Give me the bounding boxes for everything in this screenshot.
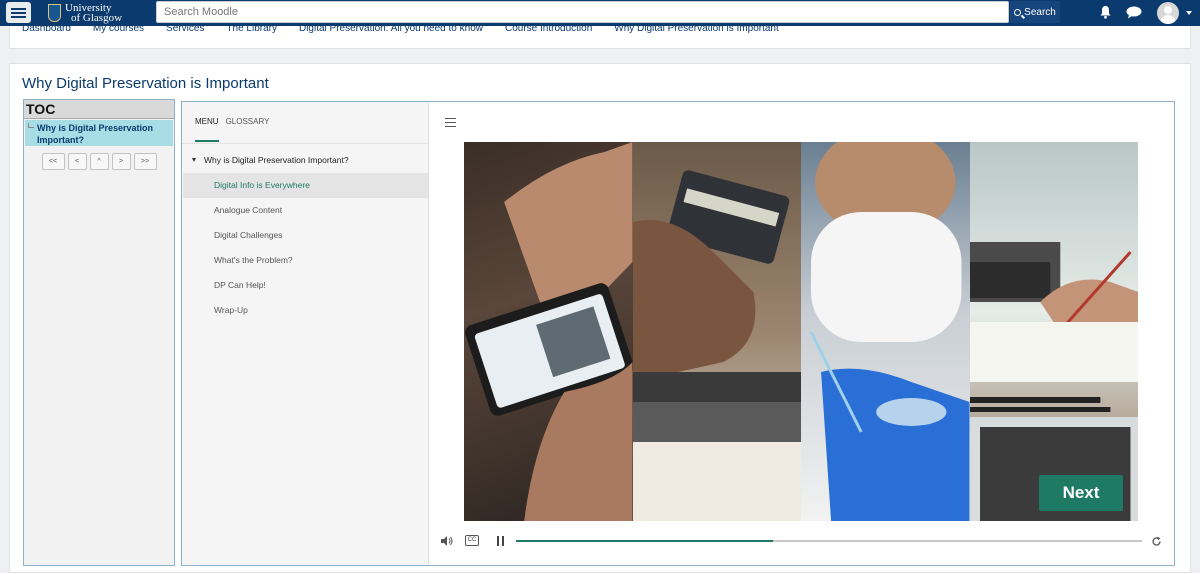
playback-progress-fill [516, 540, 773, 542]
outline-item-analogue-content[interactable]: Analogue Content [183, 198, 428, 223]
university-crest-icon [48, 4, 61, 22]
toc-up-button[interactable]: ^ [89, 153, 109, 170]
outline-item-digital-challenges[interactable]: Digital Challenges [183, 223, 428, 248]
university-logo[interactable]: University of Glasgow [48, 1, 122, 25]
outline-section-heading[interactable]: Why is Digital Preservation Important? [192, 155, 349, 165]
toc-item-label: Why is Digital Preservation Important? [37, 123, 154, 145]
user-menu-caret-icon[interactable] [1186, 11, 1192, 15]
outline-section-label: Why is Digital Preservation Important? [204, 155, 349, 165]
outline-item-dp-can-help[interactable]: DP Can Help! [183, 273, 428, 298]
sidebar-tabs: MENU GLOSSARY [195, 117, 269, 142]
top-navbar: University of Glasgow Search [0, 0, 1200, 26]
outline-item-whats-the-problem[interactable]: What's the Problem? [183, 248, 428, 273]
photo-phone-typing [464, 142, 633, 521]
toc-navigation-controls: << < ^ > >> [24, 153, 174, 170]
toc-header: TOC [24, 100, 174, 119]
outline-item-digital-info[interactable]: Digital Info is Everywhere [183, 173, 428, 198]
search-button[interactable]: Search [1010, 1, 1060, 23]
page-title: Why Digital Preservation is Important [22, 75, 269, 92]
photo-lab-scientist [801, 142, 970, 521]
slide-image-collage: Next [464, 142, 1138, 521]
player-sidebar: MENU GLOSSARY Why is Digital Preservatio… [182, 102, 429, 565]
toc-first-button[interactable]: << [41, 153, 65, 170]
divider [182, 143, 428, 144]
search-button-label: Search [1024, 6, 1056, 18]
replay-icon[interactable] [1151, 536, 1162, 547]
messages-chat-icon[interactable] [1126, 6, 1142, 19]
outline-item-wrap-up[interactable]: Wrap-Up [183, 298, 428, 323]
photo-laptop-desk [969, 142, 1138, 521]
tab-menu[interactable]: MENU [195, 117, 219, 142]
search-icon [1014, 8, 1022, 16]
outline-list: Digital Info is Everywhere Analogue Cont… [183, 173, 428, 323]
tab-glossary[interactable]: GLOSSARY [226, 117, 270, 142]
expand-triangle-icon [192, 158, 196, 162]
toc-next-button[interactable]: > [111, 153, 131, 170]
toc-previous-button[interactable]: < [67, 153, 87, 170]
sidebar-toggle-icon[interactable] [445, 118, 456, 127]
search-input[interactable] [156, 1, 1009, 23]
next-slide-button[interactable]: Next [1039, 475, 1123, 511]
logo-line-2: of Glasgow [71, 12, 123, 24]
toc-item-why-dp[interactable]: Why is Digital Preservation Important? [25, 120, 173, 146]
toc-panel: TOC Why is Digital Preservation Importan… [23, 99, 175, 566]
pause-button[interactable] [497, 536, 505, 546]
volume-icon[interactable] [441, 536, 453, 546]
tree-branch-icon [28, 123, 34, 128]
course-player: MENU GLOSSARY Why is Digital Preservatio… [181, 101, 1175, 566]
main-content-card: Why Digital Preservation is Important TO… [9, 63, 1191, 573]
closed-captions-button[interactable]: CC [465, 535, 479, 546]
user-avatar[interactable] [1157, 2, 1179, 24]
playback-progress-bar[interactable] [516, 540, 1142, 542]
photo-credit-card [632, 142, 801, 521]
notifications-bell-icon[interactable] [1099, 5, 1112, 19]
hamburger-menu-icon[interactable] [6, 2, 31, 23]
toc-last-button[interactable]: >> [133, 153, 157, 170]
